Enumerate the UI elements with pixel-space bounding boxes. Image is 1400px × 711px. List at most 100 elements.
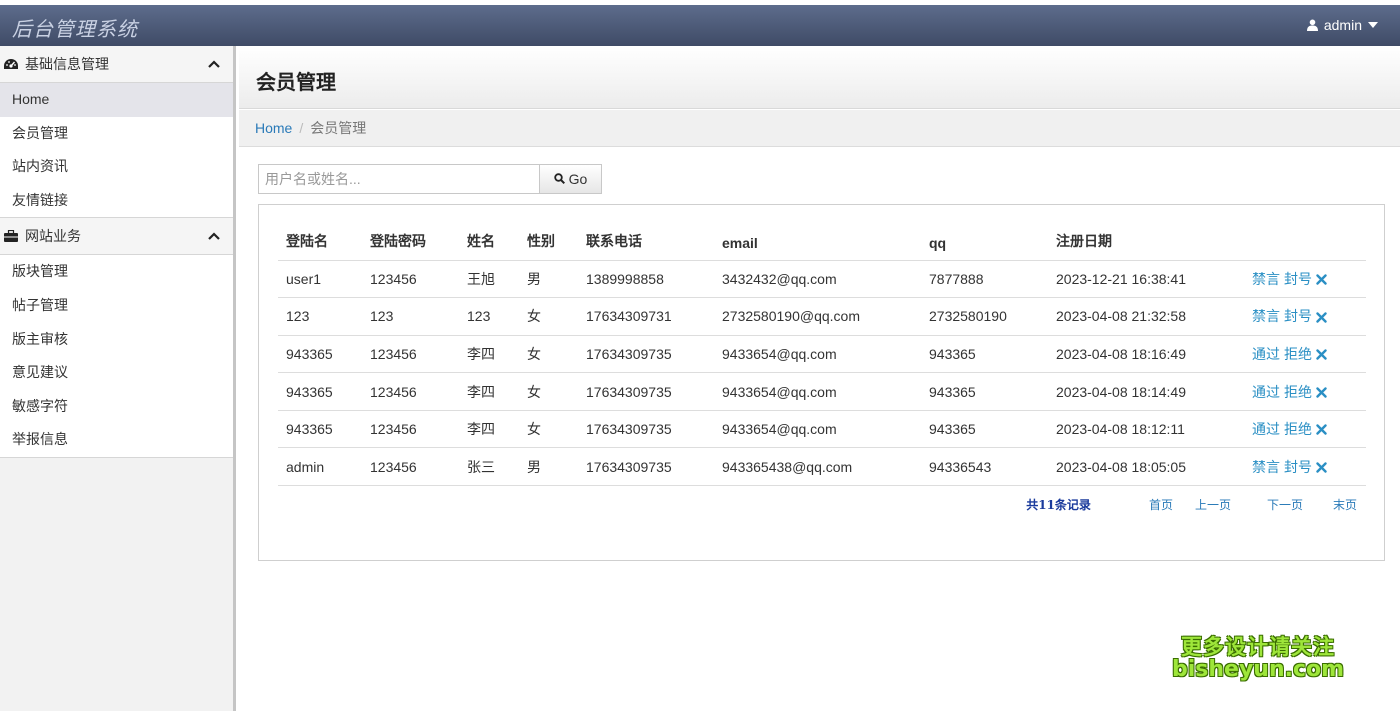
app-title: 后台管理系统 <box>12 17 138 41</box>
table-cell: 2023-04-08 18:12:11 <box>1048 410 1244 449</box>
delete-icon[interactable] <box>1316 422 1327 438</box>
table-cell: 李四 <box>459 410 519 449</box>
sidebar-section-title: 基础信息管理 <box>25 56 109 72</box>
row-action-link[interactable]: 禁言 <box>1252 308 1280 324</box>
table-cell: 17634309731 <box>578 297 714 336</box>
row-actions: 通过 拒绝 <box>1244 372 1366 411</box>
table-cell: 123456 <box>362 335 459 374</box>
table-cell: admin <box>278 447 362 487</box>
table-cell: 94336543 <box>921 447 1048 487</box>
sidebar-section-basic[interactable]: 基础信息管理 <box>0 46 233 83</box>
row-action-link[interactable]: 禁言 <box>1252 459 1280 475</box>
sidebar-item-sensitive-words[interactable]: 敏感字符 <box>0 390 233 424</box>
table-row: 943365 123456 李四女 17634309735 9433654@qq.com… <box>278 410 1366 449</box>
delete-icon[interactable] <box>1316 460 1327 476</box>
sidebar-item-feedback[interactable]: 意见建议 <box>0 356 233 390</box>
table-cell: 943365 <box>921 372 1048 411</box>
delete-icon[interactable] <box>1316 272 1327 288</box>
sidebar-list-business: 版块管理 帖子管理 版主审核 意见建议 敏感字符 举报信息 <box>0 255 233 458</box>
row-action-link[interactable]: 封号 <box>1284 271 1312 287</box>
row-action-link[interactable]: 拒绝 <box>1284 346 1312 362</box>
sidebar-item-news[interactable]: 站内资讯 <box>0 150 233 184</box>
search-go-button[interactable]: Go <box>540 164 602 194</box>
row-actions: 禁言 封号 <box>1244 447 1366 487</box>
table-cell: 2023-04-08 18:05:05 <box>1048 447 1244 487</box>
delete-icon[interactable] <box>1316 310 1327 326</box>
table-row: 943365 123456 李四女 17634309735 9433654@qq.com… <box>278 372 1366 411</box>
sidebar-item-posts[interactable]: 帖子管理 <box>0 289 233 323</box>
page-last-link[interactable]: 末页 <box>1333 496 1357 513</box>
table-cell: 7877888 <box>921 260 1048 299</box>
table-cell: 女 <box>519 297 578 336</box>
members-panel: 登陆名 登陆密码 姓名 性别 联系电话 email qq 注册日期 user1 1… <box>258 204 1385 561</box>
page-next-link[interactable]: 下一页 <box>1267 496 1303 513</box>
delete-icon[interactable] <box>1316 385 1327 401</box>
search-input[interactable] <box>258 164 540 194</box>
table-cell: 2732580190 <box>921 297 1048 336</box>
column-header: 登陆名 <box>278 222 362 261</box>
sidebar-item-members[interactable]: 会员管理 <box>0 117 233 151</box>
chevron-up-icon <box>207 229 221 243</box>
sidebar-item-boards[interactable]: 版块管理 <box>0 255 233 289</box>
pagination: 共11条记录 首页 上一页 下一页 末页 <box>1026 496 1357 513</box>
breadcrumb-home-link[interactable]: Home <box>255 120 292 136</box>
breadcrumb: Home / 会员管理 <box>239 110 1400 147</box>
row-actions: 通过 拒绝 <box>1244 410 1366 449</box>
table-cell: 1389998858 <box>578 260 714 299</box>
table-cell: 123 <box>278 297 362 336</box>
table-cell: 女 <box>519 410 578 449</box>
page-prev-link[interactable]: 上一页 <box>1195 496 1231 513</box>
table-cell: 9433654@qq.com <box>714 410 921 449</box>
column-header: 姓名 <box>459 222 519 261</box>
sidebar-section-business[interactable]: 网站业务 <box>0 218 233 256</box>
row-action-link[interactable]: 通过 <box>1252 384 1280 400</box>
table-cell: 9433654@qq.com <box>714 372 921 411</box>
row-action-link[interactable]: 通过 <box>1252 346 1280 362</box>
delete-icon[interactable] <box>1316 347 1327 363</box>
column-header: 注册日期 <box>1048 222 1244 261</box>
table-row: user1 123456 王旭男 1389998858 3432432@qq.com 78… <box>278 260 1366 299</box>
table-cell: 女 <box>519 335 578 374</box>
table-cell: 943365 <box>278 372 362 411</box>
table-cell: 17634309735 <box>578 410 714 449</box>
table-cell: user1 <box>278 260 362 299</box>
briefcase-icon <box>3 228 19 244</box>
row-action-link[interactable]: 通过 <box>1252 421 1280 437</box>
watermark-line1: 更多设计请关注 <box>1181 635 1336 659</box>
table-cell: 2023-04-08 18:16:49 <box>1048 335 1244 374</box>
table-cell: 943365 <box>278 410 362 449</box>
page-first-link[interactable]: 首页 <box>1149 496 1173 513</box>
row-action-link[interactable]: 封号 <box>1284 308 1312 324</box>
caret-down-icon <box>1368 22 1378 28</box>
table-header-row: 登陆名 登陆密码 姓名 性别 联系电话 email qq 注册日期 <box>278 222 1366 261</box>
row-actions: 通过 拒绝 <box>1244 335 1366 374</box>
members-table: 登陆名 登陆密码 姓名 性别 联系电话 email qq 注册日期 user1 1… <box>278 222 1366 487</box>
sidebar-item-moderator-review[interactable]: 版主审核 <box>0 323 233 357</box>
page-title: 会员管理 <box>256 72 336 94</box>
sidebar-list-basic: Home 会员管理 站内资讯 友情链接 <box>0 83 233 219</box>
table-row: 123 123 123 女 17634309731 2732580190@qq.com 27… <box>278 297 1366 336</box>
sidebar-item-reports[interactable]: 举报信息 <box>0 423 233 457</box>
row-action-link[interactable]: 封号 <box>1284 459 1312 475</box>
breadcrumb-separator: / <box>299 120 304 136</box>
user-icon <box>1306 19 1318 31</box>
table-cell: 123456 <box>362 410 459 449</box>
main-content: 会员管理 Home / 会员管理 Go 登陆名 登陆密码 姓名 性别 <box>239 46 1400 711</box>
top-navbar: 后台管理系统 admin <box>0 0 1400 46</box>
column-header <box>1244 222 1366 261</box>
table-cell: 17634309735 <box>578 372 714 411</box>
user-menu[interactable]: admin <box>1306 17 1378 33</box>
row-action-link[interactable]: 拒绝 <box>1284 384 1312 400</box>
table-row: admin 123456 张三男 17634309735 943365438@qq.co… <box>278 447 1366 487</box>
search-go-label: Go <box>568 171 588 187</box>
table-cell: 943365438@qq.com <box>714 447 921 487</box>
row-action-link[interactable]: 禁言 <box>1252 271 1280 287</box>
table-cell: 123 <box>362 297 459 336</box>
table-cell: 943365 <box>921 335 1048 374</box>
table-cell: 2023-04-08 18:14:49 <box>1048 372 1244 411</box>
sidebar-item-links[interactable]: 友情链接 <box>0 184 233 218</box>
row-action-link[interactable]: 拒绝 <box>1284 421 1312 437</box>
chevron-up-icon <box>207 57 221 71</box>
sidebar-item-home[interactable]: Home <box>0 83 233 117</box>
row-actions: 禁言 封号 <box>1244 297 1366 336</box>
